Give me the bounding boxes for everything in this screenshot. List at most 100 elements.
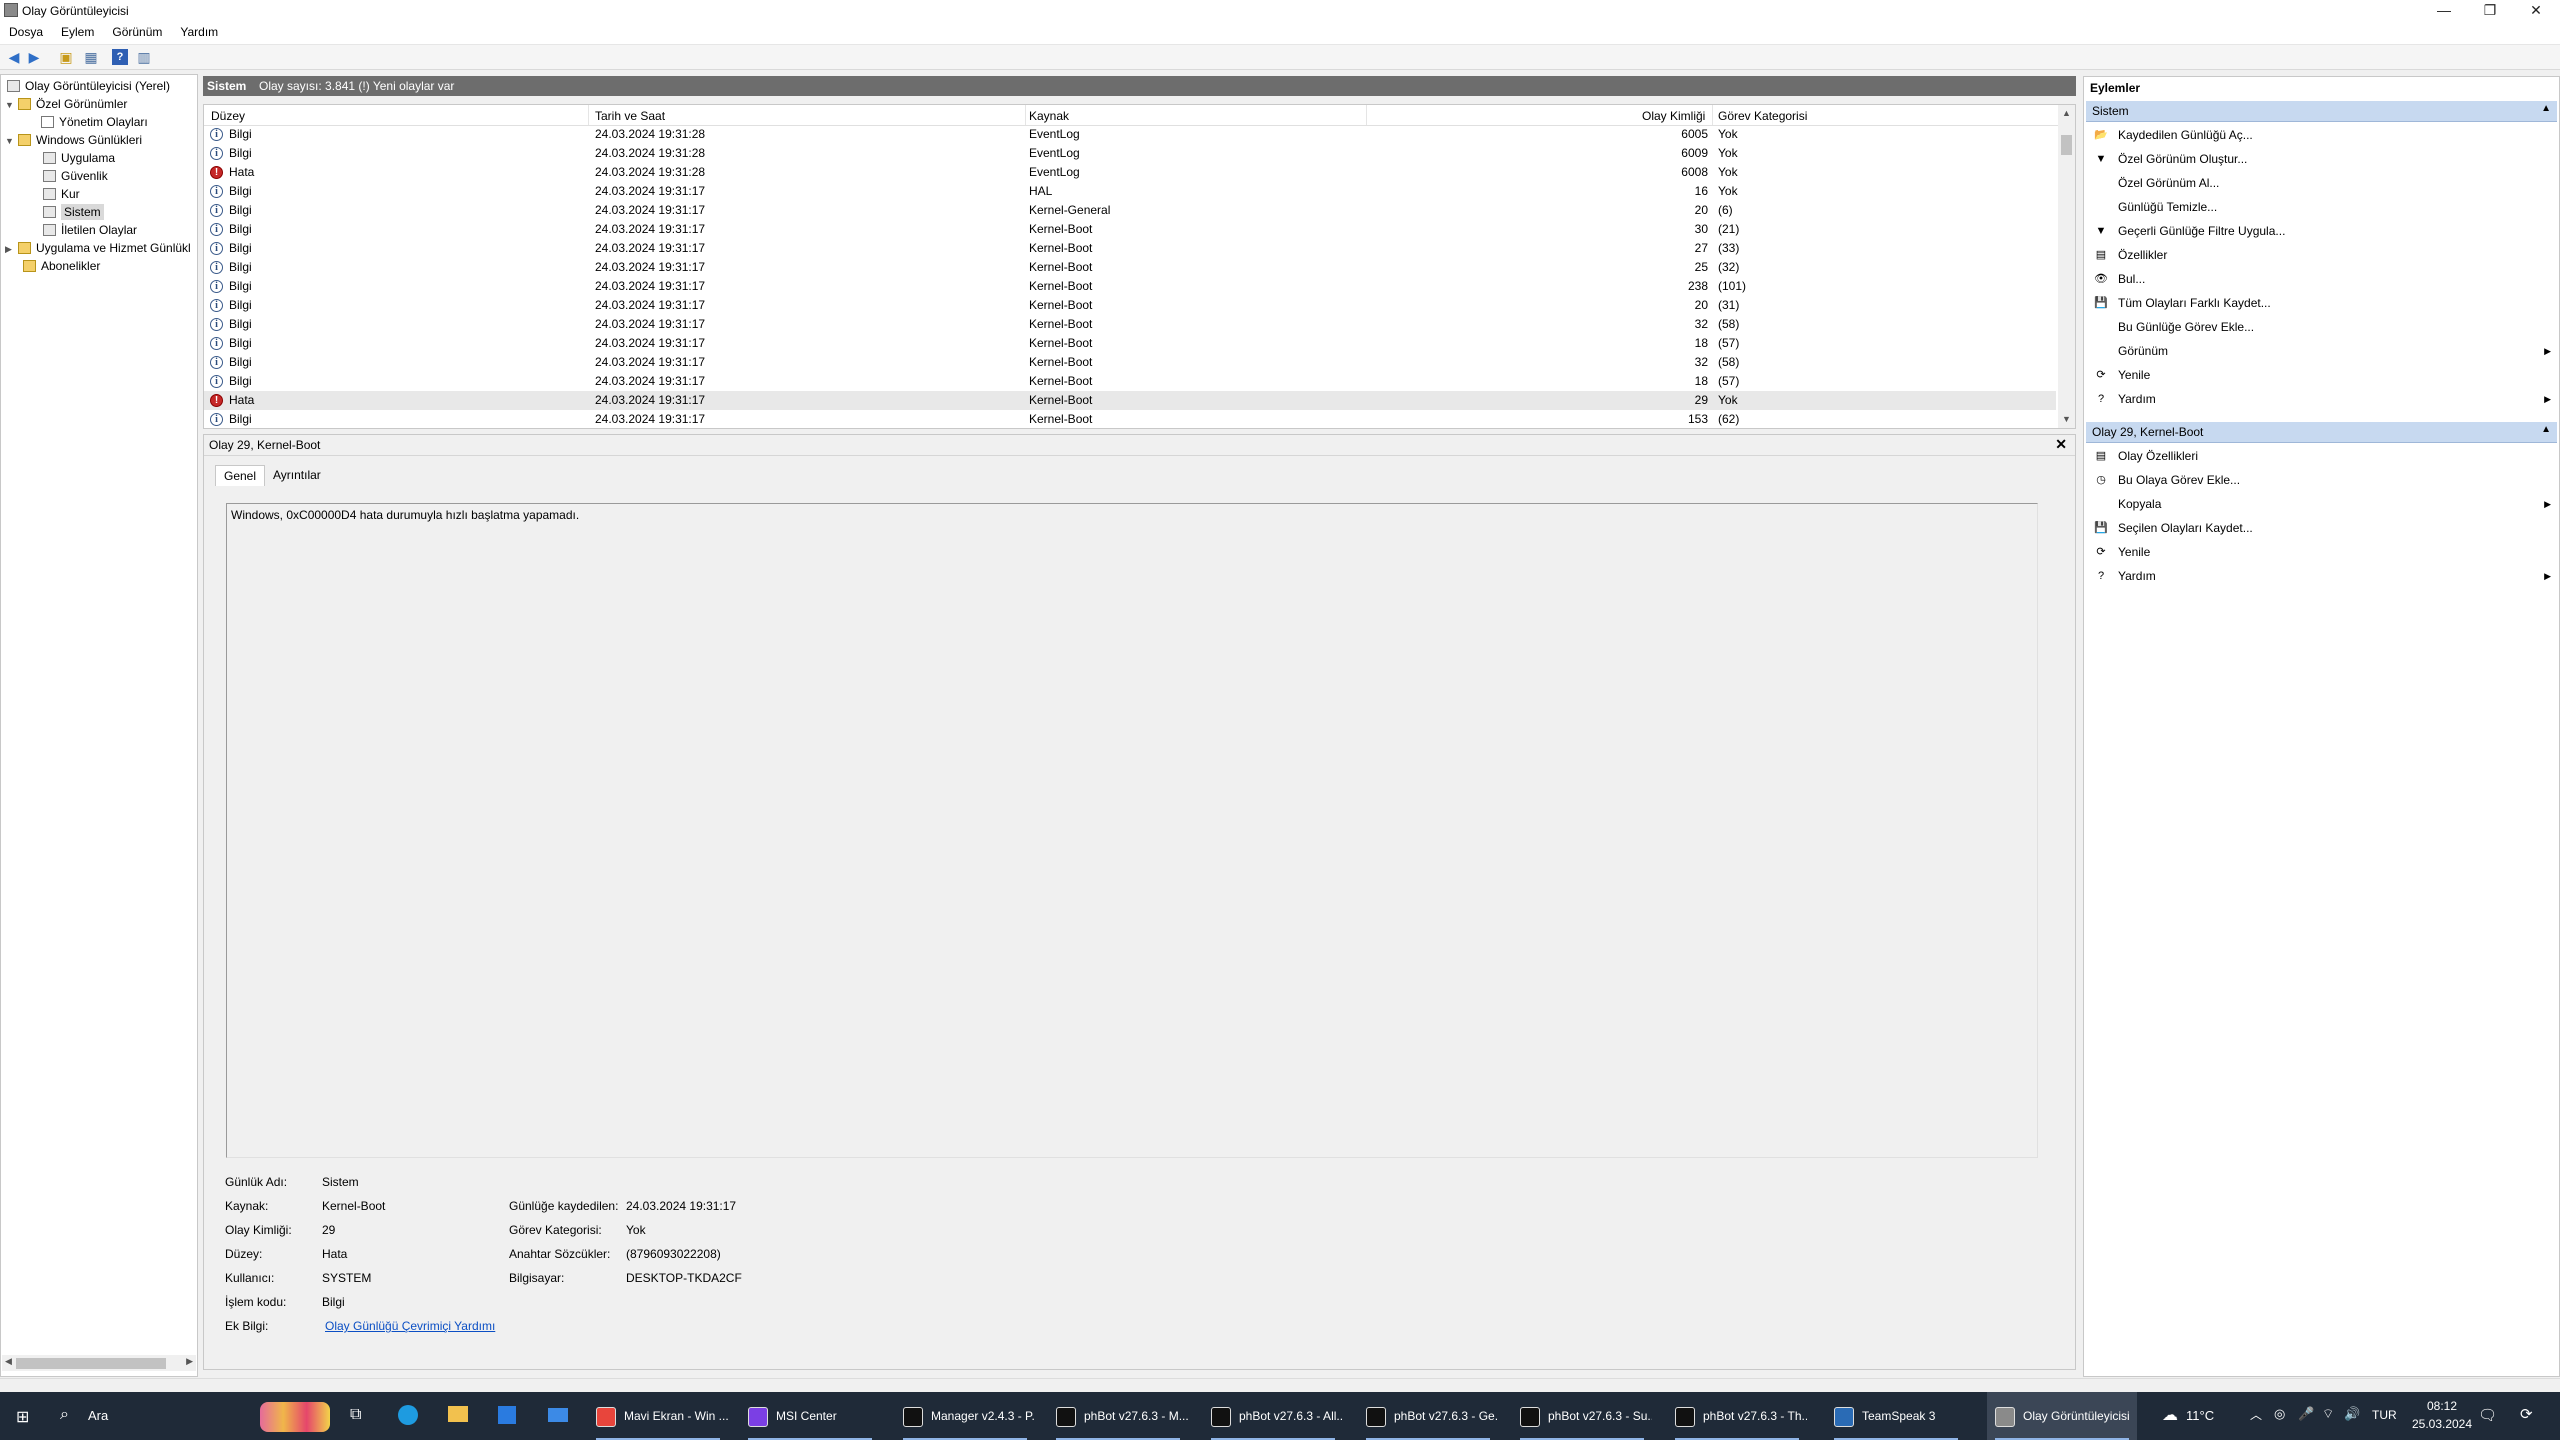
event-row[interactable]: i Bilgi 24.03.2024 19:31:17 Kernel-Boot 32 (5…: [204, 315, 2056, 334]
taskbar-app[interactable]: Mavi Ekran - Win ...: [588, 1392, 728, 1440]
tulips-widget-icon[interactable]: [260, 1402, 330, 1432]
tree-horizontal-scrollbar[interactable]: ◀ ▶: [2, 1355, 196, 1371]
tree-system[interactable]: Sistem: [43, 203, 104, 221]
weather-temp[interactable]: 11°C: [2186, 1408, 2214, 1423]
event-row[interactable]: i Bilgi 24.03.2024 19:31:17 Kernel-Boot 18 (5…: [204, 334, 2056, 353]
action-item[interactable]: ▼ Özel Görünüm Oluştur...: [2084, 148, 2559, 170]
action-item[interactable]: Bu Günlüğe Görev Ekle...: [2084, 316, 2559, 338]
tray-chevron-up-icon[interactable]: ︿: [2250, 1406, 2262, 1423]
action-item[interactable]: ▤ Özellikler: [2084, 244, 2559, 266]
collapse-up-icon[interactable]: ▲: [2541, 424, 2551, 435]
tree-security[interactable]: Güvenlik: [43, 167, 108, 185]
column-separator[interactable]: [588, 105, 589, 125]
action-item[interactable]: 📂 Kaydedilen Günlüğü Aç...: [2084, 124, 2559, 146]
taskbar-app[interactable]: phBot v27.6.3 - Su...: [1512, 1392, 1652, 1440]
tree-app-service-logs[interactable]: ▶ Uygulama ve Hizmet Günlükl: [5, 239, 191, 257]
event-row[interactable]: i Bilgi 24.03.2024 19:31:17 Kernel-Boot 238 (…: [204, 277, 2056, 296]
taskbar-app[interactable]: phBot v27.6.3 - Th...: [1667, 1392, 1807, 1440]
event-row[interactable]: i Bilgi 24.03.2024 19:31:17 Kernel-Boot 20 (3…: [204, 296, 2056, 315]
windows-start-icon[interactable]: ⊞: [16, 1407, 29, 1427]
action-item[interactable]: Özel Görünüm Al...: [2084, 172, 2559, 194]
taskbar-search[interactable]: ⌕ Ara: [48, 1392, 248, 1440]
event-row[interactable]: i Bilgi 24.03.2024 19:31:17 Kernel-Boot 30 (2…: [204, 220, 2056, 239]
taskbar-app[interactable]: Manager v2.4.3 - P...: [895, 1392, 1035, 1440]
volume-icon[interactable]: 🔊: [2344, 1406, 2360, 1422]
event-list-vertical-scrollbar[interactable]: ▲ ▼: [2058, 105, 2075, 428]
action-item[interactable]: ⟳ Yenile: [2084, 364, 2559, 386]
chevron-down-icon[interactable]: ▼: [5, 132, 15, 150]
tree-custom-views[interactable]: ▼ Özel Görünümler: [5, 95, 127, 113]
column-task-category[interactable]: Görev Kategorisi: [1718, 109, 1807, 123]
action-item[interactable]: 💾 Tüm Olayları Farklı Kaydet...: [2084, 292, 2559, 314]
show-hide-action-pane-icon[interactable]: ▥: [136, 49, 152, 65]
menu-gorunum[interactable]: Görünüm: [103, 22, 171, 39]
minimize-button[interactable]: —: [2421, 0, 2467, 22]
forward-arrow-icon[interactable]: ▶: [26, 49, 42, 65]
column-event-id[interactable]: Olay Kimliği: [1642, 109, 1705, 123]
action-item[interactable]: ⟳ Yenile: [2084, 541, 2559, 563]
taskbar-app[interactable]: phBot v27.6.3 - All...: [1203, 1392, 1343, 1440]
column-separator[interactable]: [1366, 105, 1367, 125]
action-item[interactable]: 👁 Bul...: [2084, 268, 2559, 290]
scroll-down-icon[interactable]: ▼: [2062, 414, 2071, 424]
folder-up-icon[interactable]: ▣: [58, 49, 74, 65]
actions-group-event[interactable]: Olay 29, Kernel-Boot ▲: [2086, 422, 2557, 443]
language-indicator[interactable]: TUR: [2372, 1408, 2397, 1422]
file-explorer-icon[interactable]: [448, 1406, 468, 1422]
tree-root[interactable]: Olay Görüntüleyicisi (Yerel): [7, 77, 170, 95]
event-row[interactable]: i Bilgi 24.03.2024 19:31:17 HAL 16 Yok: [204, 182, 2056, 201]
column-separator[interactable]: [1025, 105, 1026, 125]
weather-icon[interactable]: ☁: [2162, 1405, 2178, 1425]
tree-subscriptions[interactable]: Abonelikler: [23, 257, 100, 275]
collapse-up-icon[interactable]: ▲: [2541, 103, 2551, 114]
action-item[interactable]: ? Yardım ▶: [2084, 388, 2559, 410]
taskbar-app[interactable]: Olay Görüntüleyicisi: [1987, 1392, 2137, 1440]
notification-center-icon[interactable]: 🗨: [2478, 1406, 2497, 1424]
menu-eylem[interactable]: Eylem: [52, 22, 103, 39]
scroll-thumb[interactable]: [16, 1358, 166, 1369]
column-separator[interactable]: [1712, 105, 1713, 125]
taskbar-app[interactable]: MSI Center: [740, 1392, 880, 1440]
event-row[interactable]: i Bilgi 24.03.2024 19:31:17 Kernel-Boot 32 (5…: [204, 353, 2056, 372]
tray-app-icon[interactable]: ◎: [2274, 1406, 2285, 1422]
tree-forwarded[interactable]: İletilen Olaylar: [43, 221, 137, 239]
action-item[interactable]: Görünüm ▶: [2084, 340, 2559, 362]
mail-icon[interactable]: [548, 1408, 568, 1422]
clock-time[interactable]: 08:12: [2412, 1399, 2472, 1413]
event-row[interactable]: i Bilgi 24.03.2024 19:31:17 Kernel-Boot 25 (3…: [204, 258, 2056, 277]
action-item[interactable]: ▼ Geçerli Günlüğe Filtre Uygula...: [2084, 220, 2559, 242]
action-item[interactable]: ▤ Olay Özellikleri: [2084, 445, 2559, 467]
wifi-icon[interactable]: ⌔: [2322, 1406, 2334, 1422]
action-item[interactable]: Kopyala ▶: [2084, 493, 2559, 515]
scroll-left-icon[interactable]: ◀: [5, 1356, 12, 1367]
tree-setup[interactable]: Kur: [43, 185, 80, 203]
chevron-right-icon[interactable]: ▶: [5, 240, 15, 258]
microphone-icon[interactable]: 🎤: [2298, 1406, 2314, 1422]
clock-date[interactable]: 25.03.2024: [2404, 1417, 2480, 1431]
help-icon[interactable]: ?: [112, 49, 128, 65]
column-date[interactable]: Tarih ve Saat: [595, 109, 665, 123]
close-button[interactable]: ✕: [2513, 0, 2559, 22]
event-row[interactable]: ! Hata 24.03.2024 19:31:28 EventLog 6008 Yok: [204, 163, 2056, 182]
menu-yardim[interactable]: Yardım: [171, 22, 227, 39]
scroll-thumb[interactable]: [2061, 135, 2072, 155]
actions-group-system[interactable]: Sistem ▲: [2086, 101, 2557, 122]
edge-icon[interactable]: [398, 1405, 418, 1425]
action-item[interactable]: ? Yardım ▶: [2084, 565, 2559, 587]
column-level[interactable]: Düzey: [211, 109, 245, 123]
windows-update-icon[interactable]: ⟳: [2520, 1405, 2533, 1423]
tree-application[interactable]: Uygulama: [43, 149, 115, 167]
scroll-up-icon[interactable]: ▲: [2062, 108, 2071, 118]
show-hide-tree-icon[interactable]: ▦: [83, 49, 99, 65]
tree-windows-logs[interactable]: ▼ Windows Günlükleri: [5, 131, 142, 149]
action-item[interactable]: 💾 Seçilen Olayları Kaydet...: [2084, 517, 2559, 539]
event-row[interactable]: i Bilgi 24.03.2024 19:31:17 Kernel-General 2…: [204, 201, 2056, 220]
menu-dosya[interactable]: Dosya: [0, 22, 52, 39]
event-row[interactable]: i Bilgi 24.03.2024 19:31:28 EventLog 6009 Yok: [204, 144, 2056, 163]
close-icon[interactable]: ✕: [2055, 436, 2067, 453]
restore-button[interactable]: ❐: [2467, 0, 2513, 22]
taskbar-app[interactable]: TeamSpeak 3: [1826, 1392, 1966, 1440]
task-view-icon[interactable]: ⧉: [350, 1406, 361, 1424]
scroll-right-icon[interactable]: ▶: [186, 1356, 193, 1367]
column-source[interactable]: Kaynak: [1029, 109, 1069, 123]
